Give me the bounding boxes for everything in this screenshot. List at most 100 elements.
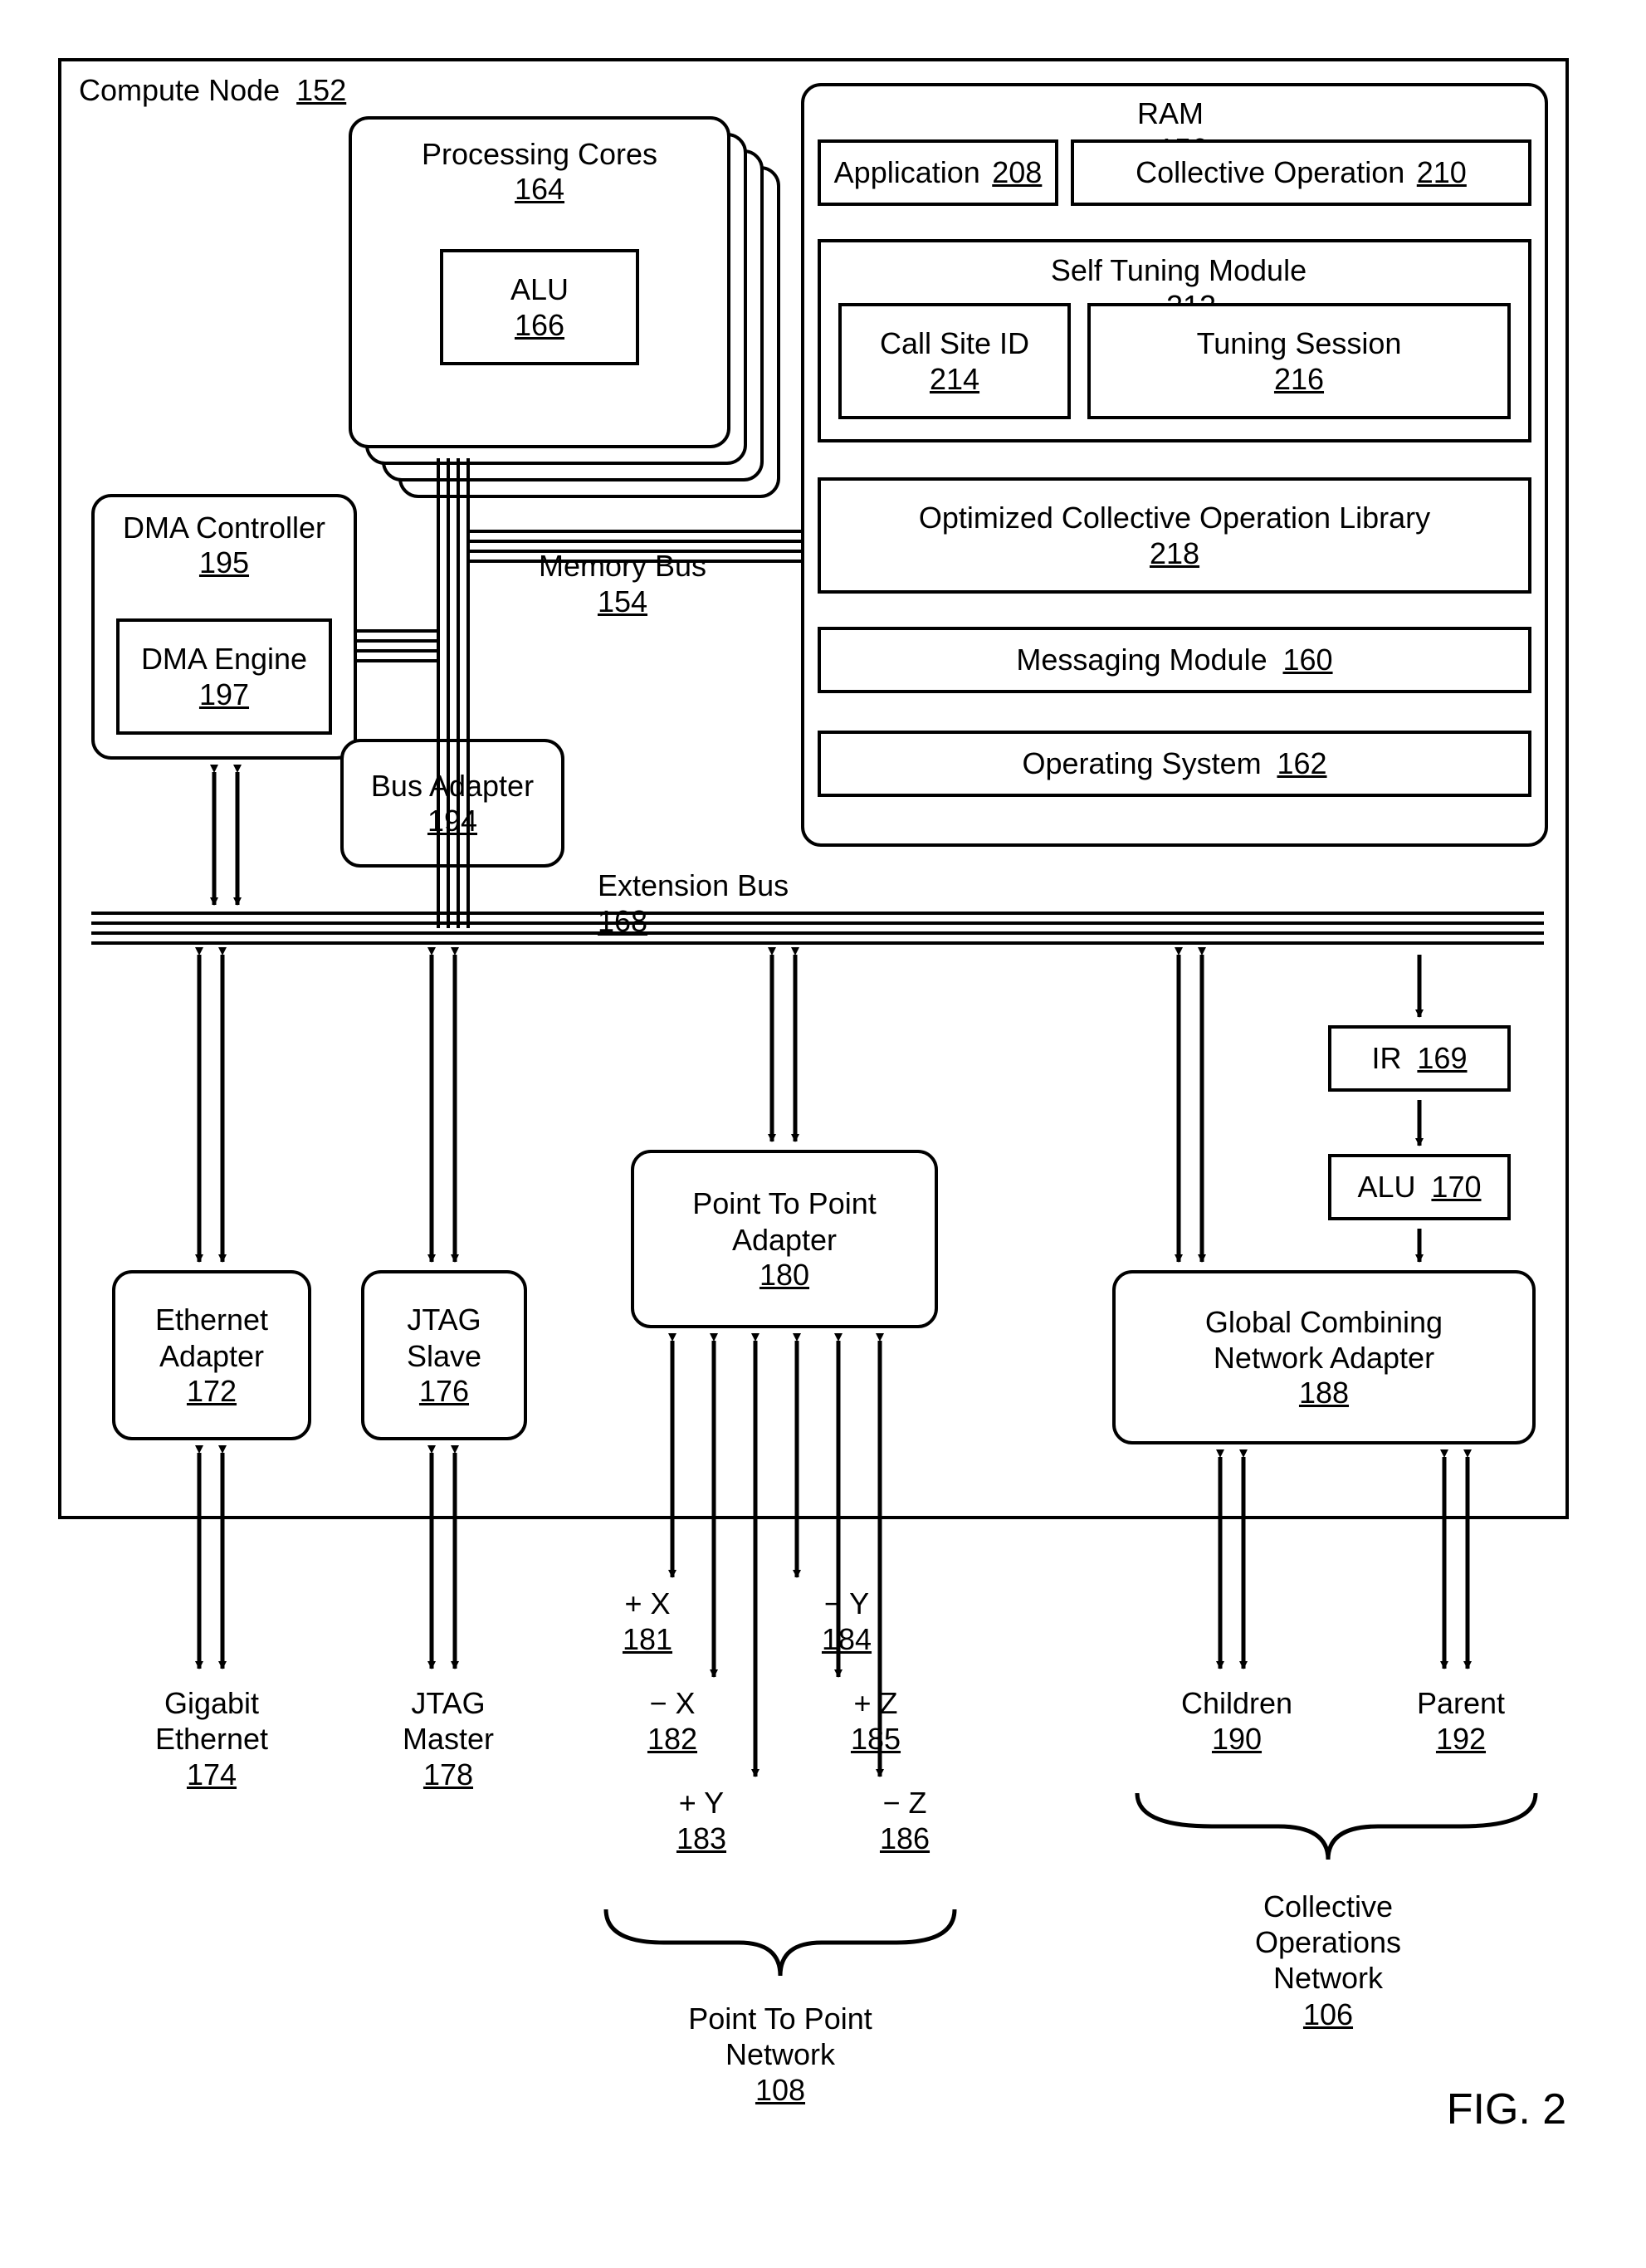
jtag-slave-ref: 176 — [419, 1374, 469, 1409]
alu2-box: ALU 170 — [1328, 1154, 1511, 1220]
axis-pz-ref: 185 — [826, 1721, 926, 1757]
memory-bus-label-group: Memory Bus 154 — [515, 548, 730, 619]
gigabit-ref: 174 — [116, 1757, 307, 1792]
gigabit-label: Gigabit Ethernet — [116, 1685, 307, 1757]
gcn-adapter-label: Global Combining Network Adapter — [1205, 1304, 1443, 1376]
col-op-network-label-group: Collective Operations Network 106 — [1195, 1889, 1461, 2032]
dma-engine-label: DMA Engine — [141, 641, 307, 677]
children-label: Children — [1145, 1685, 1328, 1721]
os-box: Operating System 162 — [818, 731, 1531, 797]
memory-bus-label: Memory Bus — [515, 548, 730, 584]
jtag-master-label: JTAG Master — [365, 1685, 531, 1757]
parent-label: Parent — [1378, 1685, 1544, 1721]
processing-cores-label: Processing Cores — [422, 136, 657, 172]
ptp-adapter-ref: 180 — [760, 1258, 809, 1293]
children-ref: 190 — [1145, 1721, 1328, 1757]
memory-bus-ref: 154 — [515, 584, 730, 619]
children-label-group: Children 190 — [1145, 1685, 1328, 1757]
jtag-slave-label: JTAG Slave — [407, 1302, 481, 1373]
alu-core-ref: 166 — [515, 308, 564, 343]
tuning-session-box: Tuning Session 216 — [1087, 303, 1511, 419]
extension-bus-label: Extension Bus — [598, 868, 789, 902]
parent-ref: 192 — [1378, 1721, 1544, 1757]
axis-my: − Y 184 — [797, 1586, 896, 1657]
axis-pz-label: + Z — [826, 1685, 926, 1721]
col-op-network-label: Collective Operations Network — [1195, 1889, 1461, 1997]
extension-bus-label-group: Extension Bus 168 — [598, 868, 888, 939]
axis-my-ref: 184 — [797, 1621, 896, 1657]
processing-cores-ref: 164 — [515, 172, 564, 207]
axis-px: + X 181 — [598, 1586, 697, 1657]
ethernet-adapter-label: Ethernet Adapter — [155, 1302, 268, 1373]
ptp-adapter-box: Point To Point Adapter 180 — [631, 1150, 938, 1328]
axis-mx: − X 182 — [623, 1685, 722, 1757]
call-site-label: Call Site ID — [880, 325, 1029, 361]
figure-label-text: FIG. 2 — [1447, 2085, 1566, 2134]
ir-box: IR 169 — [1328, 1025, 1511, 1092]
figure-page: Compute Node 152 Processing Cores 164 AL… — [33, 33, 1613, 2235]
axis-mz-label: − Z — [855, 1785, 955, 1821]
ptp-network-label: Point To Point Network — [647, 2001, 913, 2072]
dma-engine-box: DMA Engine 197 — [116, 618, 332, 735]
axis-mx-label: − X — [623, 1685, 722, 1721]
messaging-label: Messaging Module — [1016, 643, 1267, 677]
extension-bus-ref: 168 — [598, 903, 888, 939]
opt-lib-label: Optimized Collective Operation Library — [919, 500, 1430, 535]
self-tuning-label: Self Tuning Module — [1051, 253, 1307, 287]
jtag-master-label-group: JTAG Master 178 — [365, 1685, 531, 1793]
os-label: Operating System — [1022, 746, 1261, 780]
collective-op-box: Collective Operation 210 — [1071, 139, 1531, 206]
alu2-ref: 170 — [1431, 1170, 1481, 1204]
dma-engine-ref: 197 — [199, 677, 249, 712]
ram-label: RAM — [1137, 96, 1204, 130]
ptp-adapter-label: Point To Point Adapter — [692, 1185, 876, 1257]
collective-op-label: Collective Operation — [1136, 155, 1404, 189]
messaging-ref: 160 — [1282, 643, 1332, 677]
alu2-label: ALU — [1358, 1170, 1416, 1204]
compute-node-title: Compute Node 152 — [79, 73, 346, 108]
axis-pz: + Z 185 — [826, 1685, 926, 1757]
gigabit-label-group: Gigabit Ethernet 174 — [116, 1685, 307, 1793]
dma-controller-label: DMA Controller — [123, 510, 325, 545]
parent-label-group: Parent 192 — [1378, 1685, 1544, 1757]
gcn-adapter-box: Global Combining Network Adapter 188 — [1112, 1270, 1536, 1444]
col-op-network-ref: 106 — [1195, 1997, 1461, 2032]
ptp-network-label-group: Point To Point Network 108 — [647, 2001, 913, 2109]
opt-lib-ref: 218 — [1150, 536, 1199, 571]
alu-core-box: ALU 166 — [440, 249, 639, 365]
axis-py-label: + Y — [652, 1785, 751, 1821]
axis-py-ref: 183 — [652, 1821, 751, 1856]
axis-mz-ref: 186 — [855, 1821, 955, 1856]
dma-controller-ref: 195 — [199, 545, 249, 580]
application-ref: 208 — [992, 155, 1042, 189]
axis-px-ref: 181 — [598, 1621, 697, 1657]
call-site-box: Call Site ID 214 — [838, 303, 1071, 419]
call-site-ref: 214 — [930, 362, 979, 397]
ir-ref: 169 — [1417, 1041, 1467, 1075]
ethernet-adapter-box: Ethernet Adapter 172 — [112, 1270, 311, 1440]
axis-px-label: + X — [598, 1586, 697, 1621]
tuning-session-label: Tuning Session — [1197, 325, 1402, 361]
tuning-session-ref: 216 — [1274, 362, 1324, 397]
application-box: Application 208 — [818, 139, 1058, 206]
ethernet-adapter-ref: 172 — [187, 1374, 237, 1409]
os-ref: 162 — [1277, 746, 1326, 780]
axis-mx-ref: 182 — [623, 1721, 722, 1757]
bus-adapter-ref: 194 — [427, 804, 477, 838]
compute-node-ref: 152 — [296, 73, 346, 107]
alu-core-label: ALU — [510, 271, 569, 307]
application-label: Application — [834, 155, 980, 189]
axis-py: + Y 183 — [652, 1785, 751, 1856]
gcn-adapter-ref: 188 — [1299, 1376, 1349, 1410]
axis-mz: − Z 186 — [855, 1785, 955, 1856]
axis-my-label: − Y — [797, 1586, 896, 1621]
opt-lib-box: Optimized Collective Operation Library 2… — [818, 477, 1531, 594]
bus-adapter-box: Bus Adapter 194 — [340, 739, 564, 868]
ir-label: IR — [1372, 1041, 1402, 1075]
compute-node-label: Compute Node — [79, 73, 280, 107]
jtag-slave-box: JTAG Slave 176 — [361, 1270, 527, 1440]
figure-label: FIG. 2 — [1403, 2084, 1610, 2135]
messaging-box: Messaging Module 160 — [818, 627, 1531, 693]
jtag-master-ref: 178 — [365, 1757, 531, 1792]
collective-op-ref: 210 — [1417, 155, 1467, 189]
